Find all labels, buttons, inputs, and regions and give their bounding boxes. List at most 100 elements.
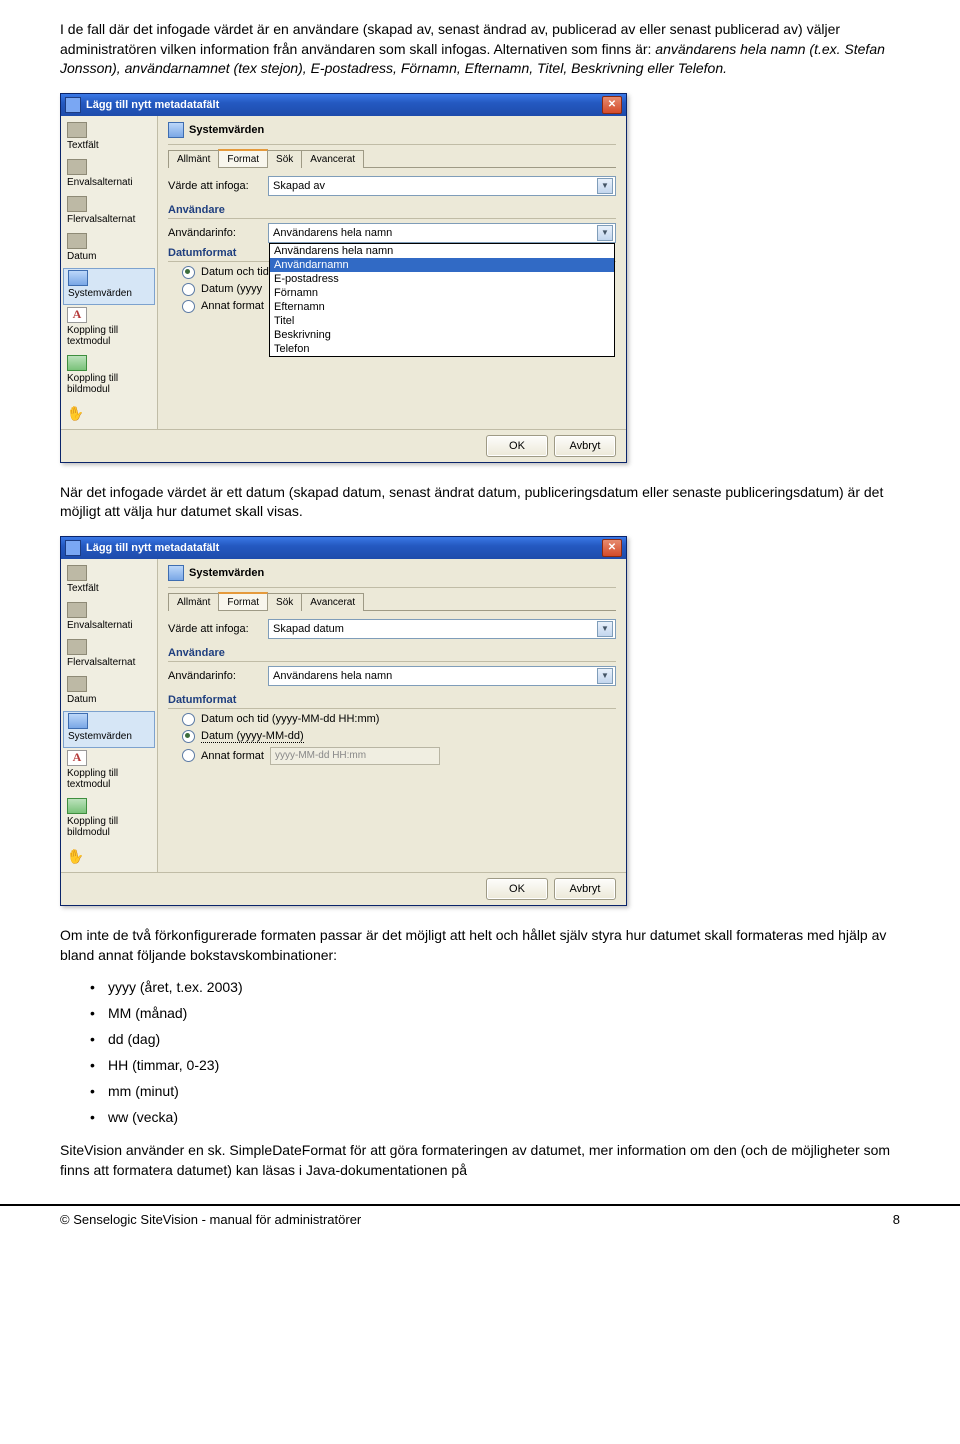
dialog-title-icon: [65, 97, 81, 113]
dialog-title-text: Lägg till nytt metadatafält: [86, 99, 219, 111]
dialog-titlebar[interactable]: Lägg till nytt metadatafält ✕: [61, 94, 626, 116]
single-choice-icon: [67, 602, 87, 618]
tab-advanced[interactable]: Avancerat: [301, 150, 364, 168]
hand-icon: [67, 407, 87, 423]
paragraph-4: SiteVision använder en sk. SimpleDateFor…: [60, 1141, 900, 1180]
radio-icon: [182, 283, 195, 296]
system-values-icon: [68, 270, 88, 286]
user-info-select[interactable]: Användarens hela namn ▼ Användarens hela…: [268, 223, 616, 243]
single-choice-icon: [67, 159, 87, 175]
sidebar-label: Envalsalternati: [67, 620, 133, 631]
close-icon: ✕: [608, 543, 616, 553]
panel-title-icon: [168, 565, 184, 581]
panel-title-text: Systemvärden: [189, 567, 264, 579]
dialog-button-bar: OK Avbryt: [61, 872, 626, 905]
sidebar-item-link-imagemodule[interactable]: Koppling till bildmodul: [61, 353, 157, 401]
radio-date-only[interactable]: Datum (yyyy-MM-dd): [182, 730, 616, 743]
sidebar-label: Koppling till bildmodul: [67, 373, 118, 395]
cancel-button[interactable]: Avbryt: [554, 878, 616, 900]
custom-format-input[interactable]: yyyy-MM-dd HH:mm: [270, 747, 440, 765]
hand-icon: [67, 850, 87, 866]
format-tokens-list: yyyy (året, t.ex. 2003) MM (månad) dd (d…: [60, 979, 900, 1125]
sidebar-label: Koppling till textmodul: [67, 768, 118, 790]
value-to-insert-select[interactable]: Skapad av ▼: [268, 176, 616, 196]
dialog-titlebar[interactable]: Lägg till nytt metadatafält ✕: [61, 537, 626, 559]
sidebar-item-textfield[interactable]: Textfält: [61, 563, 157, 600]
sidebar-item-textfield[interactable]: Textfält: [61, 120, 157, 157]
tab-advanced[interactable]: Avancerat: [301, 593, 364, 611]
dropdown-option[interactable]: Användarnamn: [270, 258, 614, 272]
dialog-main-panel: Systemvärden Allmänt Format Sök Avancera…: [158, 559, 626, 872]
text-module-icon: A: [67, 750, 87, 766]
list-item: dd (dag): [90, 1031, 900, 1047]
list-item: MM (månad): [90, 1005, 900, 1021]
sidebar-item-multi-choice[interactable]: Flervalsalternat: [61, 637, 157, 674]
user-info-value: Användarens hela namn: [273, 227, 392, 239]
sidebar-item-date[interactable]: Datum: [61, 674, 157, 711]
user-info-label: Användarinfo:: [168, 227, 268, 239]
sidebar-label: Systemvärden: [68, 288, 132, 299]
dropdown-option[interactable]: Användarens hela namn: [270, 244, 614, 258]
value-to-insert-select[interactable]: Skapad datum ▼: [268, 619, 616, 639]
dropdown-option[interactable]: Förnamn: [270, 286, 614, 300]
sidebar-label: Koppling till bildmodul: [67, 816, 118, 838]
textfield-icon: [67, 565, 87, 581]
sidebar-item-multi-choice[interactable]: Flervalsalternat: [61, 194, 157, 231]
radio-label: Datum (yyyy-MM-dd): [201, 730, 304, 743]
list-item: HH (timmar, 0-23): [90, 1057, 900, 1073]
list-item: mm (minut): [90, 1083, 900, 1099]
value-to-insert-value: Skapad datum: [273, 623, 344, 635]
tab-strip: Allmänt Format Sök Avancerat: [168, 592, 616, 611]
chevron-down-icon: ▼: [597, 178, 613, 194]
radio-label: Datum och tid (yyyy-MM-dd HH:mm): [201, 713, 379, 725]
sidebar-item-single-choice[interactable]: Envalsalternati: [61, 157, 157, 194]
sidebar-label: Systemvärden: [68, 731, 132, 742]
chevron-down-icon: ▼: [597, 621, 613, 637]
user-info-dropdown-list: Användarens hela namn Användarnamn E-pos…: [269, 243, 615, 357]
multi-choice-icon: [67, 196, 87, 212]
close-button[interactable]: ✕: [602, 96, 622, 114]
user-section-header: Användare: [168, 647, 616, 662]
chevron-down-icon: ▼: [597, 225, 613, 241]
tab-general[interactable]: Allmänt: [168, 150, 219, 168]
dropdown-option[interactable]: E-postadress: [270, 272, 614, 286]
radio-icon: [182, 749, 195, 762]
sidebar-item-system-values[interactable]: Systemvärden: [63, 268, 155, 305]
system-values-icon: [68, 713, 88, 729]
close-button[interactable]: ✕: [602, 539, 622, 557]
list-item: yyyy (året, t.ex. 2003): [90, 979, 900, 995]
radio-icon: [182, 730, 195, 743]
sidebar-item-date[interactable]: Datum: [61, 231, 157, 268]
user-info-label: Användarinfo:: [168, 670, 268, 682]
list-item: ww (vecka): [90, 1109, 900, 1125]
tab-format[interactable]: Format: [218, 592, 268, 610]
dialog-add-metadata-field-2: Lägg till nytt metadatafält ✕ Textfält E…: [60, 536, 627, 906]
radio-icon: [182, 300, 195, 313]
dropdown-option[interactable]: Titel: [270, 314, 614, 328]
tab-general[interactable]: Allmänt: [168, 593, 219, 611]
page-footer: © Senselogic SiteVision - manual för adm…: [0, 1204, 960, 1237]
ok-button[interactable]: OK: [486, 878, 548, 900]
sidebar-label: Datum: [67, 251, 96, 262]
cancel-button[interactable]: Avbryt: [554, 435, 616, 457]
tab-search[interactable]: Sök: [267, 593, 302, 611]
sidebar-item-link-imagemodule[interactable]: Koppling till bildmodul: [61, 796, 157, 844]
tab-search[interactable]: Sök: [267, 150, 302, 168]
radio-date-time[interactable]: Datum och tid (yyyy-MM-dd HH:mm): [182, 713, 616, 726]
sidebar-label: Flervalsalternat: [67, 214, 135, 225]
sidebar-item-system-values[interactable]: Systemvärden: [63, 711, 155, 748]
sidebar-label: Flervalsalternat: [67, 657, 135, 668]
sidebar-item-link-textmodule[interactable]: AKoppling till textmodul: [61, 305, 157, 353]
ok-button[interactable]: OK: [486, 435, 548, 457]
value-to-insert-label: Värde att infoga:: [168, 623, 268, 635]
radio-label: Datum och tid: [201, 266, 269, 278]
user-info-select[interactable]: Användarens hela namn ▼: [268, 666, 616, 686]
dropdown-option[interactable]: Efternamn: [270, 300, 614, 314]
sidebar-item-single-choice[interactable]: Envalsalternati: [61, 600, 157, 637]
dropdown-option[interactable]: Beskrivning: [270, 328, 614, 342]
sidebar-item-link-textmodule[interactable]: A Koppling till textmodul: [61, 748, 157, 796]
radio-custom-format[interactable]: Annat format yyyy-MM-dd HH:mm: [182, 747, 616, 765]
tab-format[interactable]: Format: [218, 149, 268, 167]
dropdown-option[interactable]: Telefon: [270, 342, 614, 356]
sidebar-label: Textfält: [67, 583, 99, 594]
